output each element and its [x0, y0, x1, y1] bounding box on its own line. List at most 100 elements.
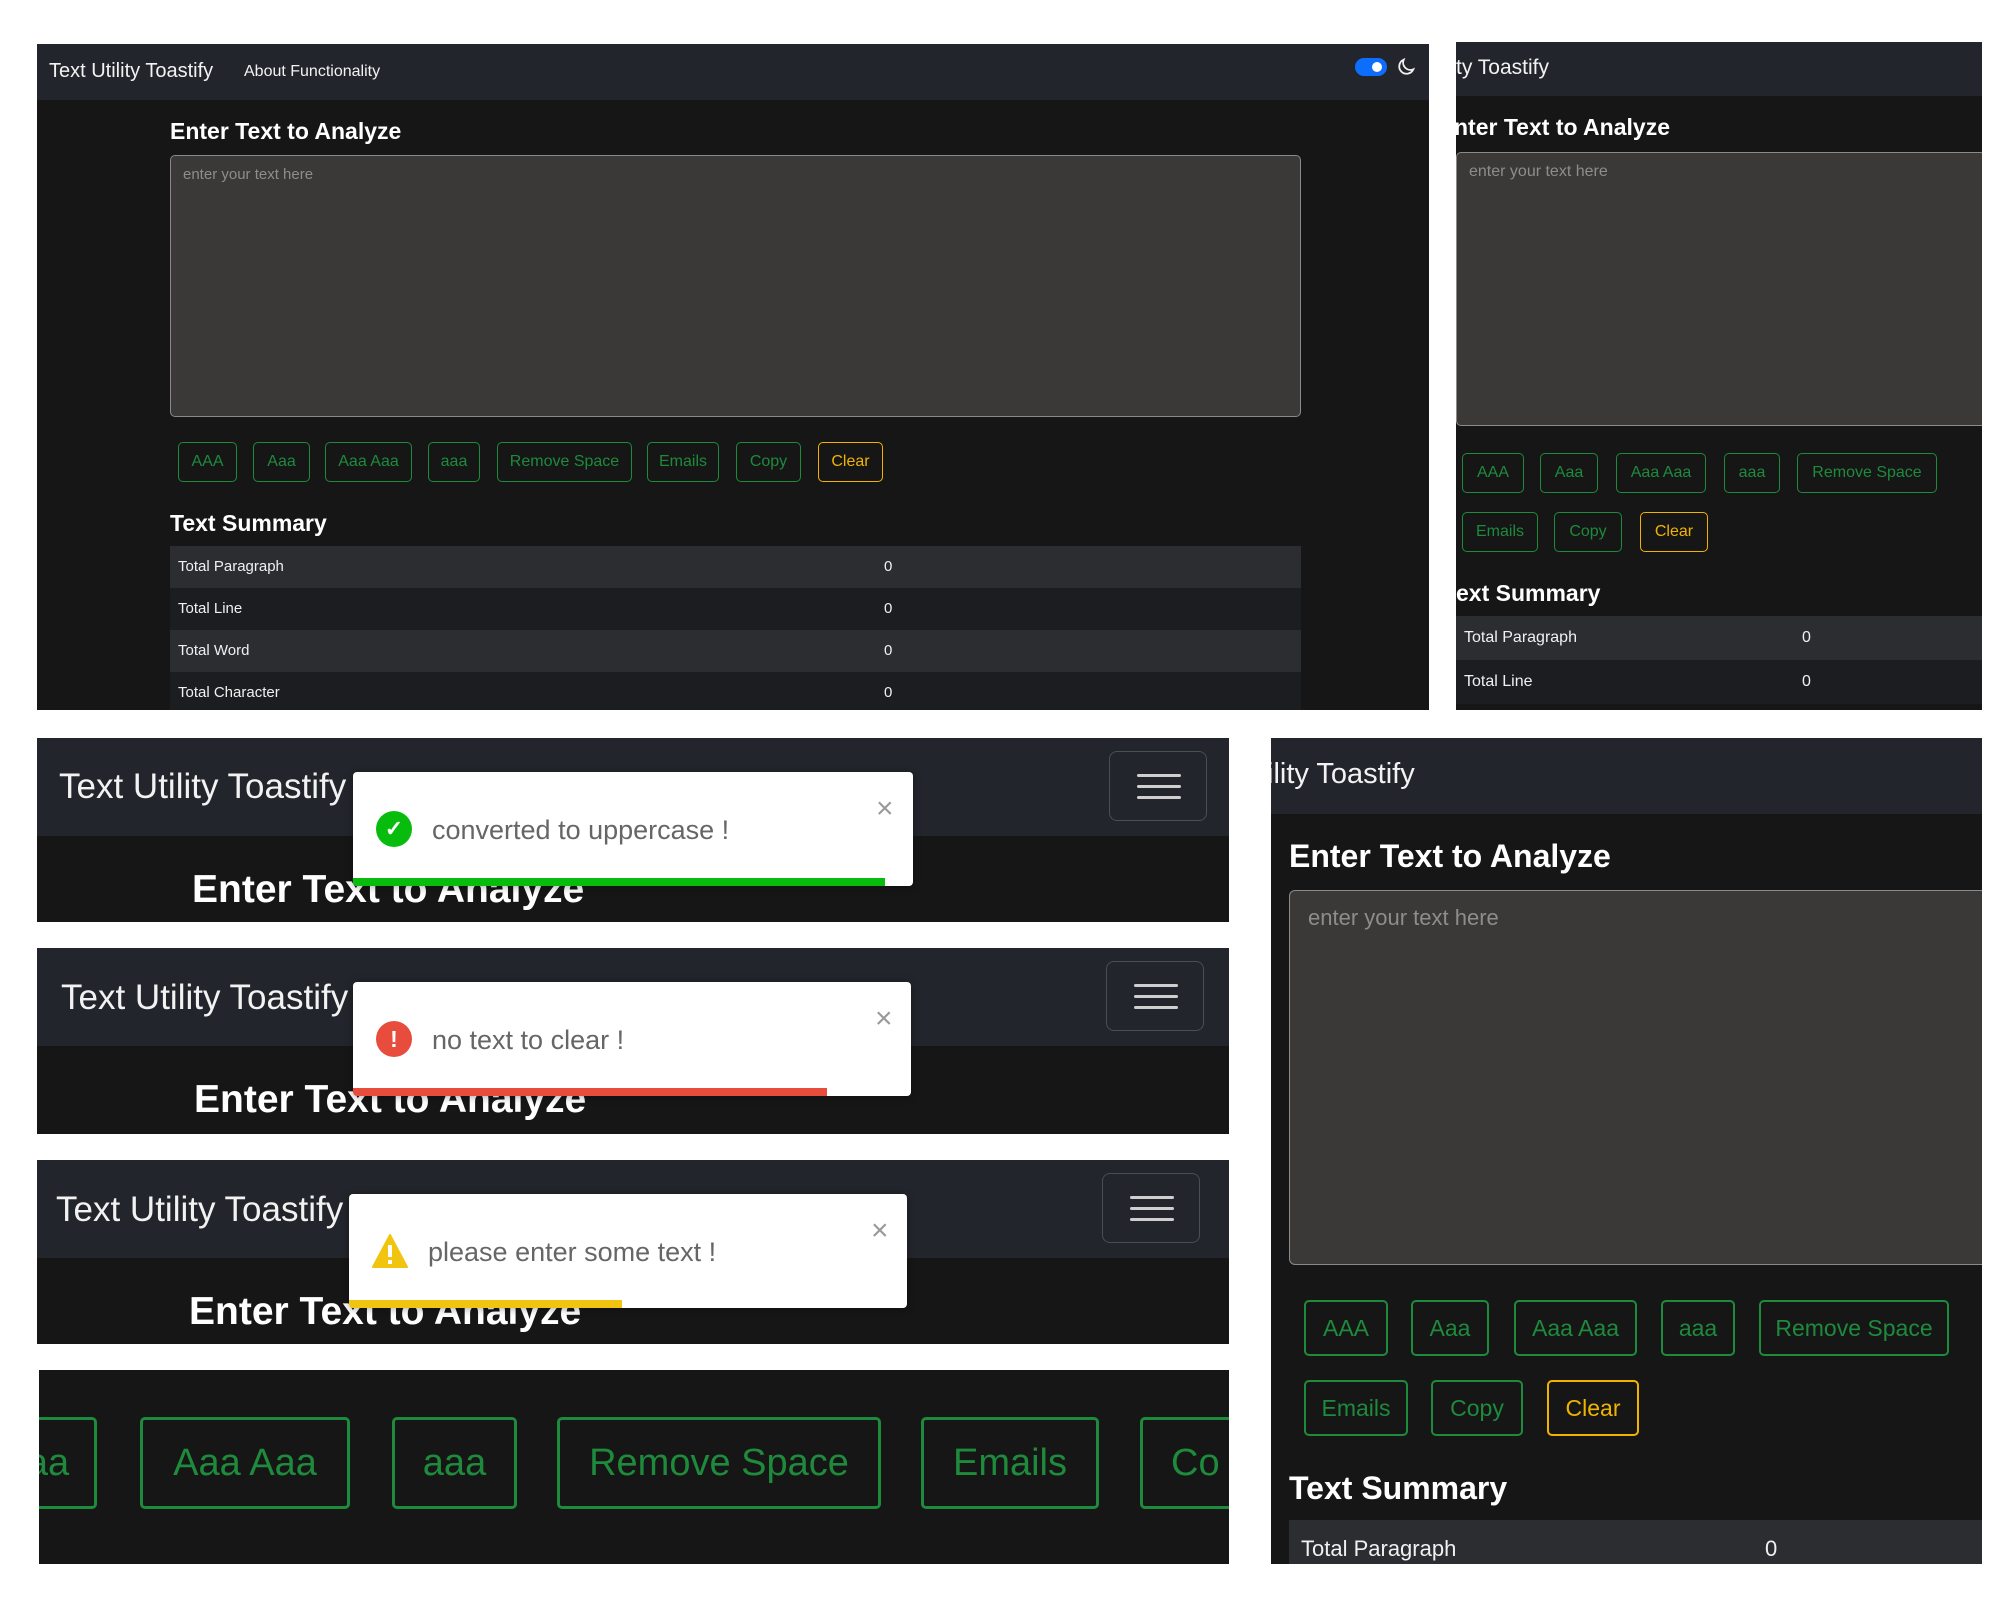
toast-message: please enter some text !: [428, 1237, 717, 1267]
nav-link-about[interactable]: About Functionality: [244, 63, 380, 81]
row-label: Total Line: [1464, 673, 1533, 690]
summary-table: Total Paragraph 0: [1289, 1520, 1982, 1564]
emails-button[interactable]: Emails: [1304, 1380, 1408, 1436]
close-icon[interactable]: ×: [876, 792, 894, 826]
navbar-brand[interactable]: Text Utility Toastify: [49, 60, 213, 83]
dark-mode-toggle[interactable]: [1355, 58, 1387, 76]
success-toast-panel: Text Utility Toastify Enter Text to Anal…: [37, 738, 1229, 922]
editor-heading: Enter Text to Analyze: [170, 118, 402, 144]
editor-heading: nter Text to Analyze: [1456, 114, 1670, 140]
emails-button[interactable]: Emails: [647, 442, 719, 482]
row-value: 0: [884, 684, 893, 701]
summary-table: Total Paragraph 0 Total Line 0: [1456, 616, 1982, 710]
toast-progress-bar: [353, 878, 885, 886]
toast-progress-bar: [349, 1300, 623, 1308]
toast-message: converted to uppercase !: [432, 815, 730, 845]
summary-heading: ext Summary: [1456, 580, 1601, 606]
moon-icon[interactable]: [1395, 56, 1417, 78]
copy-button[interactable]: Copy: [736, 442, 801, 482]
navbar-brand[interactable]: Text Utility Toastify: [59, 767, 346, 807]
navbar-brand[interactable]: Text Utility Toastify: [61, 978, 348, 1018]
close-icon[interactable]: ×: [875, 1002, 893, 1036]
clear-button[interactable]: Clear: [1547, 1380, 1639, 1436]
title-case-button[interactable]: Aaa Aaa: [325, 442, 412, 482]
editor-heading: Enter Text to Analyze: [1289, 838, 1611, 874]
sentence-case-button[interactable]: aa: [39, 1417, 97, 1509]
toast-progress-bar: [353, 1088, 828, 1096]
row-value: 0: [884, 558, 893, 575]
clear-button[interactable]: Clear: [818, 442, 883, 482]
remove-space-button[interactable]: Remove Space: [557, 1417, 881, 1509]
uppercase-button[interactable]: AAA: [1304, 1300, 1388, 1356]
warning-toast-panel: Text Utility Toastify Enter Text to Anal…: [37, 1160, 1229, 1344]
hamburger-menu-icon[interactable]: [1106, 961, 1204, 1031]
copy-button-label: Co: [1171, 1441, 1220, 1484]
table-row: Total Line 0: [170, 588, 1301, 630]
copy-button[interactable]: Copy: [1431, 1380, 1523, 1436]
sentence-case-button[interactable]: Aaa: [1411, 1300, 1489, 1356]
lowercase-button[interactable]: aaa: [1724, 453, 1780, 493]
toast-message: no text to clear !: [432, 1025, 625, 1055]
text-input-placeholder: enter your text here: [1469, 163, 1608, 180]
lowercase-button[interactable]: aaa: [1661, 1300, 1735, 1356]
lowercase-button[interactable]: aaa: [428, 442, 480, 482]
summary-table: Total Paragraph 0 Total Line 0 Total Wor…: [170, 546, 1301, 710]
row-label: Total Paragraph: [1301, 1536, 1457, 1561]
text-input-placeholder: enter your text here: [183, 166, 314, 183]
sentence-case-button[interactable]: Aaa: [1540, 453, 1598, 493]
close-icon[interactable]: ×: [871, 1214, 889, 1248]
sentence-case-button[interactable]: Aaa: [253, 442, 310, 482]
medium-view-panel: ility Toastify Enter Text to Analyze ent…: [1271, 738, 1982, 1564]
text-input-area[interactable]: enter your text here: [170, 155, 1301, 417]
row-value: 0: [884, 600, 893, 617]
navbar: ility Toastify: [1271, 738, 1982, 814]
navbar: ty Toastify: [1456, 42, 1982, 96]
table-row: Total Line 0: [1456, 660, 1982, 704]
row-label: Total Line: [178, 600, 243, 617]
table-row: Total Paragraph 0: [1289, 1520, 1982, 1564]
remove-space-button[interactable]: Remove Space: [497, 442, 632, 482]
title-case-button[interactable]: Aaa Aaa: [1514, 1300, 1637, 1356]
navbar-brand[interactable]: Text Utility Toastify: [56, 1190, 343, 1230]
exclamation-circle-icon: !: [376, 1021, 412, 1057]
success-toast: ✓ converted to uppercase ! ×: [353, 772, 913, 886]
row-label: Total Word: [178, 642, 250, 659]
emails-button[interactable]: Emails: [921, 1417, 1099, 1509]
navbar-brand[interactable]: ility Toastify: [1271, 758, 1415, 791]
hamburger-menu-icon[interactable]: [1102, 1173, 1200, 1243]
warning-toast: please enter some text ! ×: [349, 1194, 907, 1308]
table-row: Total Character 0: [170, 672, 1301, 710]
title-case-button[interactable]: Aaa Aaa: [140, 1417, 350, 1509]
uppercase-button[interactable]: AAA: [1462, 453, 1524, 493]
copy-button[interactable]: Copy: [1554, 512, 1622, 552]
emails-button[interactable]: Emails: [1462, 512, 1538, 552]
text-input-area[interactable]: enter your text here: [1456, 152, 1982, 426]
table-row: Total Word 0: [170, 630, 1301, 672]
navbar-brand[interactable]: ty Toastify: [1456, 56, 1549, 80]
check-circle-icon: ✓: [376, 811, 412, 847]
row-value: 0: [1802, 629, 1811, 646]
row-value: 0: [1802, 673, 1811, 690]
error-toast-panel: Text Utility Toastify Enter Text to Anal…: [37, 948, 1229, 1134]
copy-button[interactable]: Co: [1140, 1417, 1229, 1509]
remove-space-button[interactable]: Remove Space: [1797, 453, 1937, 493]
clear-button[interactable]: Clear: [1640, 512, 1708, 552]
desktop-view-panel: Text Utility Toastify About Functionalit…: [37, 44, 1429, 710]
uppercase-button[interactable]: AAA: [178, 442, 237, 482]
row-label: Total Paragraph: [178, 558, 284, 575]
row-value: 0: [1765, 1536, 1778, 1561]
remove-space-button[interactable]: Remove Space: [1759, 1300, 1949, 1356]
text-input-area[interactable]: enter your text here: [1289, 890, 1982, 1265]
narrow-view-panel: ty Toastify nter Text to Analyze enter y…: [1456, 42, 1982, 710]
summary-heading: Text Summary: [1289, 1470, 1508, 1506]
title-case-button[interactable]: Aaa Aaa: [1616, 453, 1706, 493]
lowercase-button[interactable]: aaa: [392, 1417, 517, 1509]
table-row: Total Paragraph 0: [1456, 616, 1982, 660]
hamburger-menu-icon[interactable]: [1109, 751, 1207, 821]
text-input-placeholder: enter your text here: [1308, 905, 1499, 930]
row-label: Total Character: [178, 684, 280, 701]
zoomed-buttons-panel: aa Aaa Aaa aaa Remove Space Emails Co: [39, 1370, 1229, 1564]
table-row: Total Paragraph 0: [170, 546, 1301, 588]
navbar: Text Utility Toastify About Functionalit…: [37, 44, 1429, 100]
summary-heading: Text Summary: [170, 510, 327, 536]
